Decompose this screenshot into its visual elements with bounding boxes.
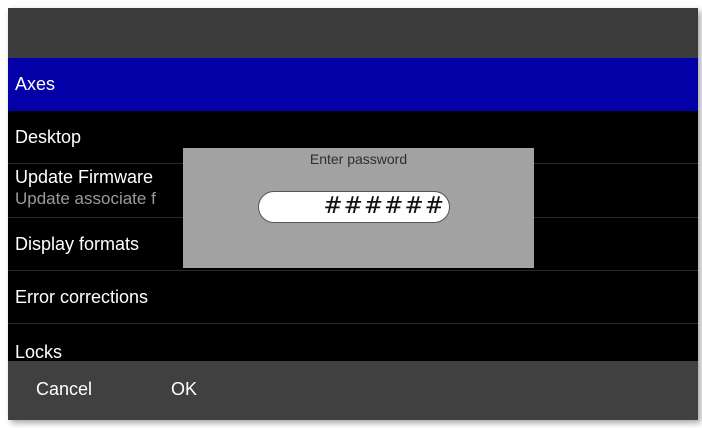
menu-item-label: Update Firmware (15, 167, 154, 187)
menu-item-label: Desktop (15, 127, 82, 147)
password-masked-value: ###### (323, 193, 445, 219)
cancel-button[interactable]: Cancel (36, 379, 92, 400)
menu-item-subtitle: Update associate f (15, 189, 156, 208)
menu-item-error-corrections[interactable]: Error corrections (8, 271, 698, 324)
device-screen: Axes Desktop Update Firmware Update asso… (8, 8, 698, 420)
action-bar: Cancel OK (8, 361, 698, 420)
menu-item-label: Error corrections (15, 287, 149, 307)
title-bar (8, 8, 698, 58)
password-dialog: Enter password ###### (183, 148, 534, 268)
menu-item-label: Locks (15, 342, 63, 362)
dialog-title: Enter password (309, 151, 408, 167)
menu-item-label: Display formats (15, 234, 140, 254)
password-input[interactable]: ###### (258, 191, 450, 223)
ok-button[interactable]: OK (171, 379, 197, 400)
menu-item-label: Axes (15, 74, 56, 94)
menu-item-axes[interactable]: Axes (8, 58, 698, 111)
